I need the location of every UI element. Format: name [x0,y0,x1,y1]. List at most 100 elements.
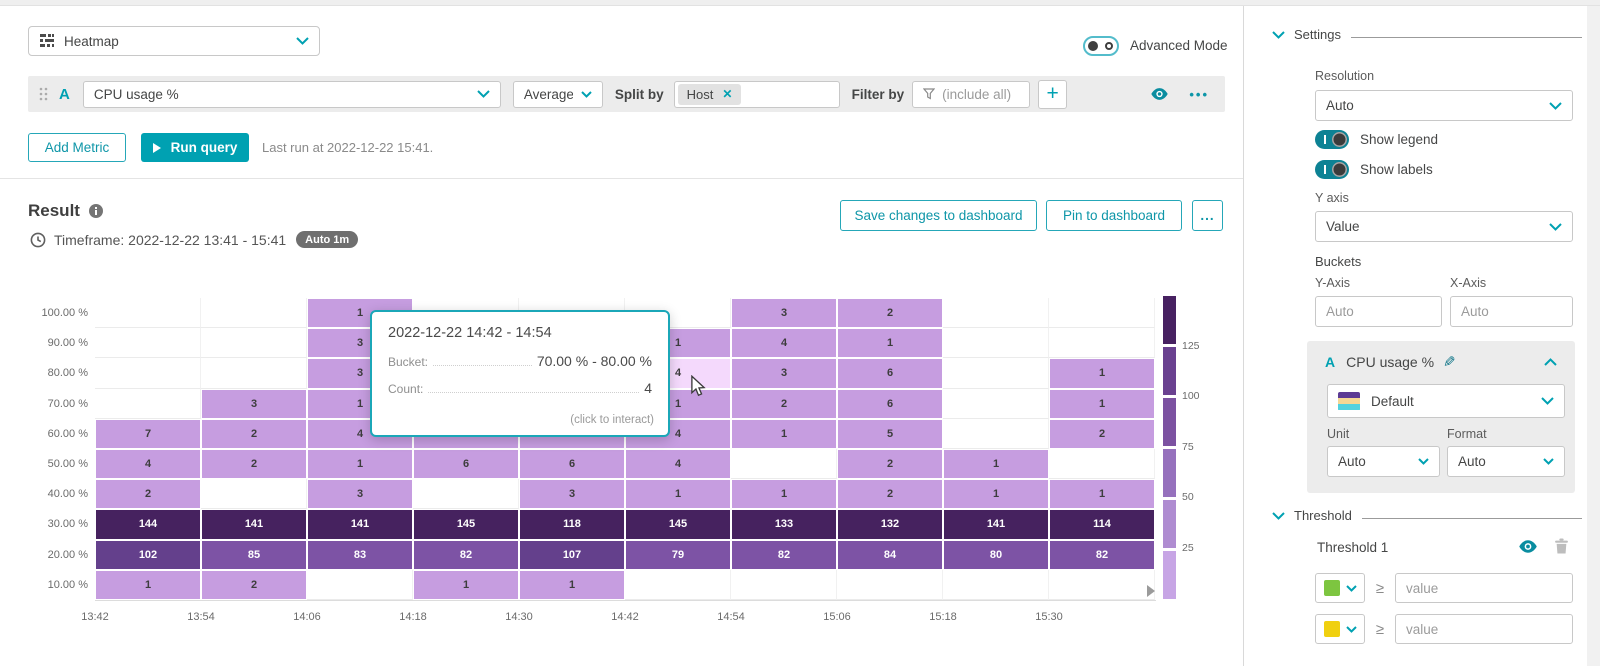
query-more-menu[interactable]: ••• [1189,87,1209,102]
heatmap-cell[interactable]: 3 [201,389,307,419]
heatmap-cell[interactable]: 2 [837,449,943,479]
heatmap-cell[interactable]: 4 [95,449,201,479]
heatmap-cell[interactable] [1049,298,1155,328]
heatmap-cell[interactable] [731,570,837,600]
heatmap-cell[interactable]: 1 [307,449,413,479]
split-by-input[interactable]: Host ✕ [674,81,840,108]
visibility-eye-icon[interactable] [1150,87,1169,101]
visualization-type-select[interactable]: Heatmap [28,26,320,56]
heatmap-cell[interactable]: 85 [201,540,307,570]
heatmap-cell[interactable] [943,570,1049,600]
heatmap-cell[interactable] [943,298,1049,328]
result-more-button[interactable]: ... [1192,200,1223,231]
heatmap-cell[interactable]: 2 [95,479,201,509]
heatmap-cell[interactable]: 6 [837,358,943,388]
heatmap-cell[interactable] [95,358,201,388]
heatmap-cell[interactable]: 141 [943,509,1049,539]
heatmap-cell[interactable]: 7 [95,419,201,449]
heatmap-cell[interactable]: 145 [625,509,731,539]
info-icon[interactable] [88,203,104,219]
heatmap-cell[interactable] [201,298,307,328]
heatmap-cell[interactable] [95,328,201,358]
palette-select[interactable]: Default [1327,384,1565,418]
unit-select[interactable]: Auto [1327,446,1440,477]
add-metric-button[interactable]: Add Metric [28,133,126,162]
heatmap-cell[interactable]: 2 [837,479,943,509]
drag-handle-icon[interactable] [38,86,49,102]
heatmap-cell[interactable]: 4 [731,328,837,358]
add-dimension-button[interactable]: + [1038,80,1067,109]
heatmap-cell[interactable] [943,419,1049,449]
threshold-color-select[interactable] [1315,573,1365,603]
scroll-right-arrow-icon[interactable] [1147,585,1155,597]
heatmap-cell[interactable]: 5 [837,419,943,449]
threshold-color-select[interactable] [1315,614,1365,644]
heatmap-cell[interactable] [201,479,307,509]
heatmap-cell[interactable]: 1 [943,479,1049,509]
heatmap-cell[interactable] [95,298,201,328]
heatmap-cell[interactable]: 145 [413,509,519,539]
threshold-section-header[interactable]: Threshold [1272,508,1582,523]
heatmap-cell[interactable] [1049,328,1155,358]
heatmap-cell[interactable] [1049,570,1155,600]
filter-by-input[interactable]: (include all) [912,81,1030,108]
heatmap-cell[interactable]: 1 [625,479,731,509]
heatmap-cell[interactable]: 4 [625,449,731,479]
heatmap-cell[interactable] [1049,449,1155,479]
heatmap-cell[interactable]: 82 [1049,540,1155,570]
settings-section-header[interactable]: Settings [1272,27,1582,42]
heatmap-cell[interactable]: 107 [519,540,625,570]
format-select[interactable]: Auto [1447,446,1565,477]
heatmap-cell[interactable]: 1 [1049,479,1155,509]
heatmap-cell[interactable] [307,570,413,600]
resolution-select[interactable]: Auto [1315,90,1573,121]
heatmap-cell[interactable] [943,358,1049,388]
heatmap-cell[interactable]: 1 [519,570,625,600]
remove-chip-icon[interactable]: ✕ [722,87,732,101]
heatmap-cell[interactable]: 114 [1049,509,1155,539]
heatmap-cell[interactable]: 2 [201,449,307,479]
heatmap-cell[interactable]: 144 [95,509,201,539]
heatmap-cell[interactable]: 133 [731,509,837,539]
heatmap-cell[interactable]: 3 [731,358,837,388]
heatmap-cell[interactable] [943,389,1049,419]
heatmap-cell[interactable]: 1 [731,419,837,449]
heatmap-cell[interactable]: 79 [625,540,731,570]
pin-to-dashboard-button[interactable]: Pin to dashboard [1046,200,1182,231]
threshold-value-input[interactable]: value [1395,573,1573,603]
heatmap-cell[interactable] [625,570,731,600]
heatmap-cell[interactable]: 1 [1049,389,1155,419]
buckets-x-input[interactable]: Auto [1450,296,1573,327]
threshold-trash-icon[interactable] [1554,537,1569,555]
heatmap-cell[interactable]: 80 [943,540,1049,570]
advanced-mode-toggle[interactable] [1083,36,1119,56]
heatmap-cell[interactable] [943,328,1049,358]
heatmap-cell[interactable]: 6 [837,389,943,419]
heatmap-cell[interactable]: 3 [731,298,837,328]
heatmap-cell[interactable] [201,358,307,388]
heatmap-cell[interactable]: 2 [201,570,307,600]
save-to-dashboard-button[interactable]: Save changes to dashboard [840,200,1037,231]
heatmap-cell[interactable]: 1 [837,328,943,358]
heatmap-cell[interactable]: 102 [95,540,201,570]
heatmap-cell[interactable]: 2 [731,389,837,419]
threshold-eye-icon[interactable] [1518,539,1538,554]
y-axis-select[interactable]: Value [1315,211,1573,242]
heatmap-cell[interactable]: 82 [731,540,837,570]
show-labels-toggle[interactable] [1315,160,1349,179]
run-query-button[interactable]: Run query [141,133,249,162]
heatmap-cell[interactable]: 141 [201,509,307,539]
heatmap-cell[interactable]: 2 [201,419,307,449]
heatmap-cell[interactable]: 84 [837,540,943,570]
aggregation-select[interactable]: Average [513,81,603,108]
heatmap-cell[interactable]: 82 [413,540,519,570]
heatmap-cell[interactable] [95,389,201,419]
heatmap-cell[interactable]: 2 [1049,419,1155,449]
buckets-y-input[interactable]: Auto [1315,296,1442,327]
heatmap-cell[interactable]: 132 [837,509,943,539]
heatmap-cell[interactable]: 1 [731,479,837,509]
heatmap-cell[interactable]: 118 [519,509,625,539]
split-by-chip[interactable]: Host ✕ [678,84,742,105]
chevron-up-icon[interactable] [1544,358,1557,366]
heatmap-cell[interactable] [731,449,837,479]
